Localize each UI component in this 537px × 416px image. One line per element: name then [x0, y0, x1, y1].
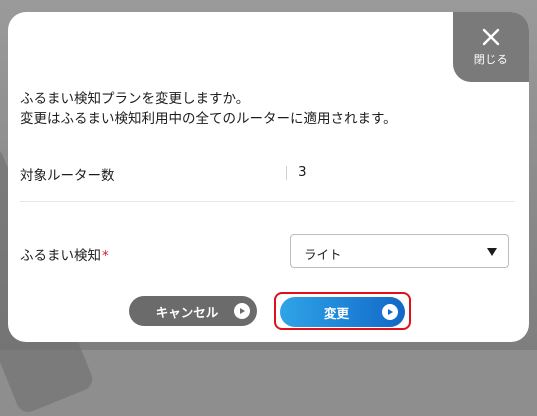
change-button-label: 変更 [323, 305, 349, 321]
behavior-plan-selected-value: ライト [304, 247, 342, 262]
message-line-2: 変更はふるまい検知利用中の全てのルーターに適用されます。 [20, 111, 397, 127]
message-line-1: ふるまい検知プランを変更しますか。 [20, 91, 250, 107]
target-routers-row: 対象ルーター数 3 [20, 160, 515, 186]
target-routers-count: 3 [298, 164, 307, 180]
play-circle-icon [234, 303, 250, 319]
behavior-detection-label-text: ふるまい検知 [20, 248, 101, 264]
close-icon [481, 27, 501, 47]
close-button[interactable]: 閉じる [453, 12, 529, 82]
play-circle-icon [382, 304, 398, 320]
caret-down-icon [487, 248, 497, 256]
change-plan-dialog: 閉じる ふるまい検知プランを変更しますか。 変更はふるまい検知利用中の全てのルー… [8, 12, 529, 342]
confirmation-message: ふるまい検知プランを変更しますか。 変更はふるまい検知利用中の全てのルーターに適… [20, 89, 397, 129]
change-button[interactable]: 変更 [280, 297, 405, 327]
behavior-plan-select[interactable]: ライト [290, 234, 509, 268]
row-separator [286, 166, 287, 180]
cancel-button-label: キャンセル [155, 304, 219, 320]
behavior-detection-row: ふるまい検知* ライト [20, 234, 515, 270]
cancel-button[interactable]: キャンセル [129, 296, 257, 326]
close-label: 閉じる [473, 53, 509, 66]
target-routers-label: 対象ルーター数 [20, 168, 115, 184]
divider [20, 201, 515, 202]
behavior-detection-label: ふるまい検知* [20, 244, 109, 264]
required-mark: * [102, 248, 109, 264]
